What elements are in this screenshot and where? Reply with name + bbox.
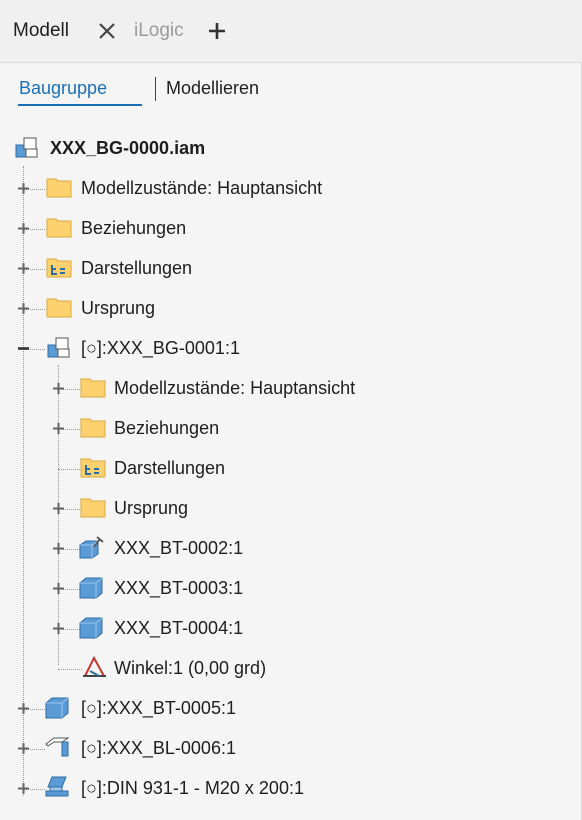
- expand-plus-icon[interactable]: [17, 182, 30, 195]
- tree-root-label: XXX_BG-0000.iam: [50, 138, 206, 158]
- mode-separator: [155, 77, 156, 101]
- folder-icon: [46, 218, 72, 238]
- folder-icon: [80, 378, 106, 398]
- collapse-minus-icon[interactable]: [17, 342, 30, 355]
- tree-item-part-0004[interactable]: XXX_BT-0004:1: [0, 608, 582, 648]
- tree-item-beziehungen-sub[interactable]: Beziehungen: [0, 408, 582, 448]
- sheetmetal-icon: [45, 737, 70, 757]
- tree-item-darstellungen[interactable]: Darstellungen: [0, 248, 582, 288]
- part-icon: [79, 617, 103, 639]
- tree-item-angle-constraint[interactable]: Winkel:1 (0,00 grd): [0, 648, 582, 688]
- tree-item-label: [○]:XXX_BG-0001:1: [81, 338, 240, 358]
- model-browser-tree: XXX_BG-0000.iam Modellzustände: Hauptans…: [0, 120, 582, 810]
- tree-connector: [58, 469, 80, 470]
- add-tab-icon[interactable]: [207, 21, 227, 41]
- tree-item-label: Darstellungen: [114, 458, 226, 478]
- tree-item-label: Beziehungen: [114, 418, 220, 438]
- tree-item-content-center-bolt[interactable]: [○]:DIN 931-1 - M20 x 200:1: [0, 768, 582, 808]
- tree-item-part-0003[interactable]: XXX_BT-0003:1: [0, 568, 582, 608]
- tree-item-label: Modellzustände: Hauptansicht: [81, 178, 323, 198]
- folder-icon: [80, 418, 106, 438]
- tree-item-modellzustaende[interactable]: Modellzustände: Hauptansicht: [0, 168, 582, 208]
- expand-plus-icon[interactable]: [52, 502, 65, 515]
- tree-item-label: Ursprung: [114, 498, 189, 518]
- expand-plus-icon[interactable]: [52, 542, 65, 555]
- tree-item-darstellungen-sub[interactable]: Darstellungen: [0, 448, 582, 488]
- expand-plus-icon[interactable]: [17, 742, 30, 755]
- expand-plus-icon[interactable]: [17, 782, 30, 795]
- expand-plus-icon[interactable]: [17, 702, 30, 715]
- tree-item-beziehungen[interactable]: Beziehungen: [0, 208, 582, 248]
- folder-icon: [80, 498, 106, 518]
- tree-item-label: Darstellungen: [81, 258, 193, 278]
- tree-item-label: Ursprung: [81, 298, 156, 318]
- assembly-icon: [47, 337, 70, 358]
- tree-item-part-0002[interactable]: XXX_BT-0002:1: [0, 528, 582, 568]
- expand-plus-icon[interactable]: [17, 222, 30, 235]
- tree-item-ursprung-sub[interactable]: Ursprung: [0, 488, 582, 528]
- tree-item-part-0005[interactable]: [○]:XXX_BT-0005:1: [0, 688, 582, 728]
- tree-root-node[interactable]: XXX_BG-0000.iam: [0, 128, 582, 168]
- folder-icon: [46, 178, 72, 198]
- tab-modell[interactable]: Modell: [13, 19, 69, 43]
- tree-item-label: Modellzustände: Hauptansicht: [114, 378, 356, 398]
- tree-item-label: [○]:XXX_BL-0006:1: [81, 738, 236, 758]
- tree-item-label: Winkel:1 (0,00 grd): [114, 658, 267, 678]
- assembly-icon: [15, 137, 38, 158]
- angle-constraint-icon: [83, 655, 106, 677]
- expand-plus-icon[interactable]: [52, 382, 65, 395]
- mode-modellieren-link[interactable]: Modellieren: [166, 78, 259, 99]
- expand-plus-icon[interactable]: [52, 422, 65, 435]
- tree-item-modellzustaende-sub[interactable]: Modellzustände: Hauptansicht: [0, 368, 582, 408]
- part-icon: [79, 577, 103, 599]
- tree-item-label: Beziehungen: [81, 218, 187, 238]
- expand-plus-icon[interactable]: [17, 262, 30, 275]
- representations-folder-icon: [46, 258, 72, 278]
- tab-ilogic[interactable]: iLogic: [134, 19, 184, 43]
- active-mode-underline: [18, 104, 142, 106]
- tree-item-ursprung[interactable]: Ursprung: [0, 288, 582, 328]
- tree-item-label: [○]:XXX_BT-0005:1: [81, 698, 236, 718]
- part-pinned-icon: [79, 536, 104, 559]
- tree-item-label: XXX_BT-0004:1: [114, 618, 244, 638]
- tree-item-label: XXX_BT-0003:1: [114, 578, 244, 598]
- part-icon: [45, 697, 69, 719]
- close-tab-icon[interactable]: [95, 19, 119, 43]
- expand-plus-icon[interactable]: [52, 582, 65, 595]
- tree-item-subassembly[interactable]: [○]:XXX_BG-0001:1: [0, 328, 582, 368]
- tree-item-label: XXX_BT-0002:1: [114, 538, 244, 558]
- folder-icon: [46, 298, 72, 318]
- representations-folder-icon: [80, 458, 106, 478]
- content-center-icon: [45, 776, 69, 797]
- browser-tab-bar: Modell iLogic: [0, 0, 582, 63]
- tree-item-label: [○]:DIN 931-1 - M20 x 200:1: [81, 778, 304, 798]
- mode-baugruppe-link[interactable]: Baugruppe: [19, 78, 107, 99]
- expand-plus-icon[interactable]: [52, 622, 65, 635]
- tree-connector: [58, 669, 82, 670]
- tree-item-sheetmetal-0006[interactable]: [○]:XXX_BL-0006:1: [0, 728, 582, 768]
- expand-plus-icon[interactable]: [17, 302, 30, 315]
